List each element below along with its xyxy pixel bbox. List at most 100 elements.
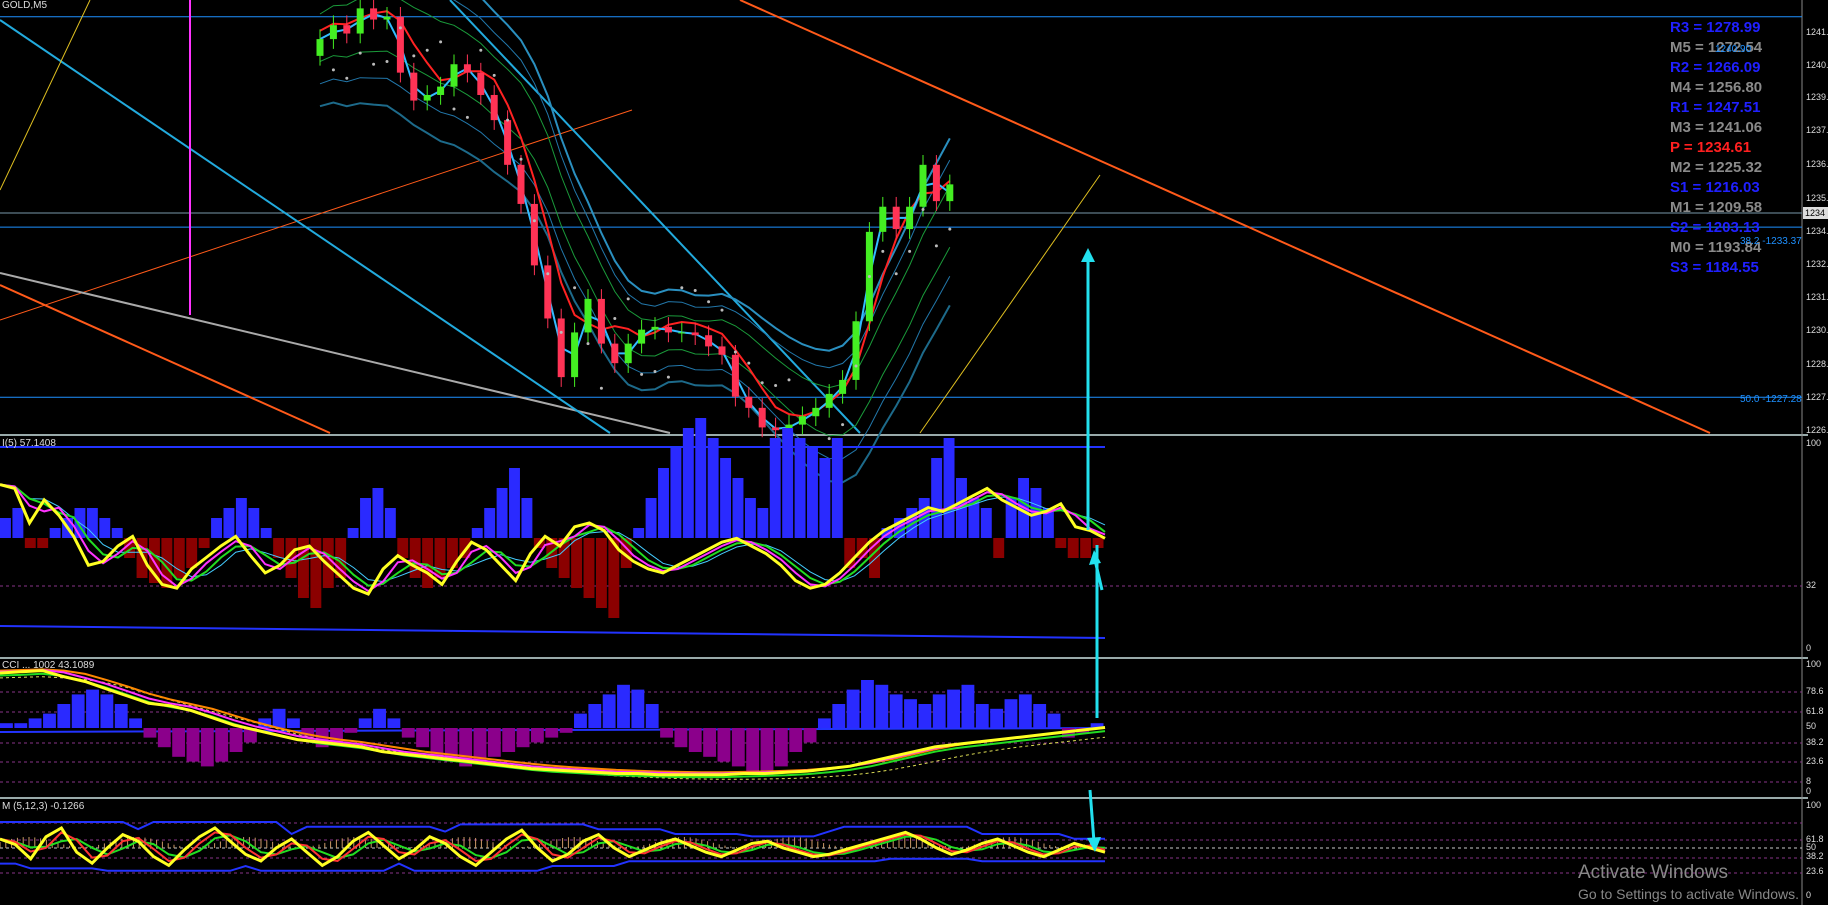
cci-histogram-bar	[889, 694, 903, 728]
cci-histogram-bar	[1004, 699, 1018, 728]
cci-histogram-bar	[904, 699, 917, 728]
rsi-histogram-bar	[360, 498, 371, 538]
candle-body	[343, 25, 351, 34]
rsi-histogram-bar	[471, 528, 483, 538]
sar-dot	[934, 244, 938, 248]
rsi-histogram-bar	[198, 538, 210, 548]
cci-histogram-bar	[817, 718, 831, 728]
sar-dot	[693, 289, 697, 293]
pivot-r1: R1 = 1247.51	[1670, 99, 1761, 116]
sar-dot	[398, 26, 402, 30]
candle-body	[584, 298, 592, 333]
cci-histogram-bar	[645, 704, 659, 728]
candle-body	[705, 335, 713, 347]
rsi-histogram-bar	[248, 508, 260, 538]
cci-histogram-bar	[200, 728, 214, 767]
price-tick-label: 1230.	[1806, 325, 1828, 335]
candle-body	[396, 16, 404, 73]
cci-histogram-bar	[86, 689, 99, 728]
rsi-histogram-bar	[931, 458, 943, 538]
rsi-histogram-bar	[595, 538, 607, 608]
price-tick-label: 1226.	[1806, 425, 1828, 435]
rsi-histogram-bar	[372, 488, 384, 538]
cci-histogram-bar	[401, 728, 415, 738]
sar-dot	[640, 372, 644, 376]
sar-dot	[425, 48, 429, 52]
symbol-title: GOLD,M5	[2, 0, 48, 11]
level-label-top: 1240.90	[1715, 44, 1752, 55]
cci-tick-label: 8	[1806, 776, 1811, 786]
cci-histogram-bar	[287, 718, 300, 728]
cci-histogram-bar	[1018, 694, 1032, 728]
cci-histogram-bar	[387, 718, 401, 728]
cci-tick-label: 38.2	[1806, 737, 1824, 747]
rsi-histogram-bar	[235, 498, 247, 538]
cci-panel	[0, 668, 1802, 783]
cci-histogram-bar	[932, 694, 946, 728]
pivot-m2: M2 = 1225.32	[1670, 159, 1763, 176]
cci-histogram-bar	[990, 708, 1004, 728]
cci-histogram-bar	[774, 728, 788, 767]
sar-dot	[881, 249, 885, 253]
rsi-panel	[0, 418, 1802, 639]
cci-histogram-bar	[918, 704, 932, 728]
cci-histogram-bar	[373, 708, 386, 728]
rsi-histogram-bar	[993, 538, 1005, 558]
rsi-histogram-bar	[782, 428, 794, 538]
sar-dot	[626, 297, 630, 301]
sar-dot	[492, 73, 496, 77]
rsi-histogram-bar	[49, 528, 61, 538]
candle-body	[504, 120, 512, 165]
cci-histogram-bar	[760, 728, 774, 776]
candle-body	[678, 332, 686, 334]
sar-dot	[921, 208, 925, 212]
cci-histogram-bar	[875, 684, 889, 728]
cci-histogram-bar	[272, 708, 286, 728]
cci-tick-label: 100	[1806, 659, 1821, 669]
candle-body	[450, 64, 458, 87]
sar-dot	[412, 54, 416, 58]
macd-upper-envelope	[0, 821, 1105, 840]
rsi-histogram-bar	[24, 538, 36, 548]
candle-body	[745, 396, 753, 408]
candle-body	[638, 329, 646, 344]
cci-histogram-bar	[846, 689, 860, 728]
candle-body	[356, 8, 364, 34]
cci-histogram-bar	[602, 694, 616, 728]
price-tick-label: 1231.	[1806, 292, 1828, 302]
candle-body	[383, 16, 391, 20]
cci-histogram-bar	[746, 728, 760, 772]
rsi-histogram-bar	[111, 528, 123, 538]
sar-dot	[573, 286, 577, 290]
sar-dot	[747, 361, 751, 365]
blue-trendline-1	[0, 19, 611, 434]
cci-tick-label: 50	[1806, 721, 1816, 731]
trading-chart[interactable]: 1241.1240.1239.1237.1236.1235.1234.1232.…	[0, 0, 1828, 905]
rsi-tick-label: 100	[1806, 438, 1821, 448]
candle-body	[624, 343, 632, 364]
cci-histogram-bar	[617, 684, 630, 728]
sar-dot	[760, 381, 764, 385]
candle-body	[410, 72, 418, 101]
sar-dot	[894, 272, 898, 276]
macd-title: M (5,12,3) -0.1266	[2, 801, 85, 812]
cci-histogram-bar	[975, 704, 989, 728]
cci-histogram-bar	[416, 728, 430, 748]
rsi-histogram-bar	[484, 508, 496, 538]
sar-dot	[452, 107, 456, 111]
main-price-panel	[0, 0, 1802, 484]
candle-body	[839, 379, 847, 394]
rsi-histogram-bar	[943, 438, 955, 538]
rsi-histogram-bar	[707, 438, 719, 538]
cci-histogram-bar	[1047, 713, 1061, 728]
rsi-histogram-bar	[720, 458, 732, 538]
cci-histogram-bar	[358, 718, 372, 728]
sar-dot	[372, 62, 376, 66]
cci-histogram-bar	[157, 728, 171, 748]
sar-dot	[546, 272, 550, 276]
candle-body	[463, 64, 471, 73]
orange-trendline-left	[0, 284, 331, 434]
candle-body	[758, 407, 766, 428]
sar-dot	[519, 157, 523, 161]
sar-dot	[666, 375, 670, 379]
